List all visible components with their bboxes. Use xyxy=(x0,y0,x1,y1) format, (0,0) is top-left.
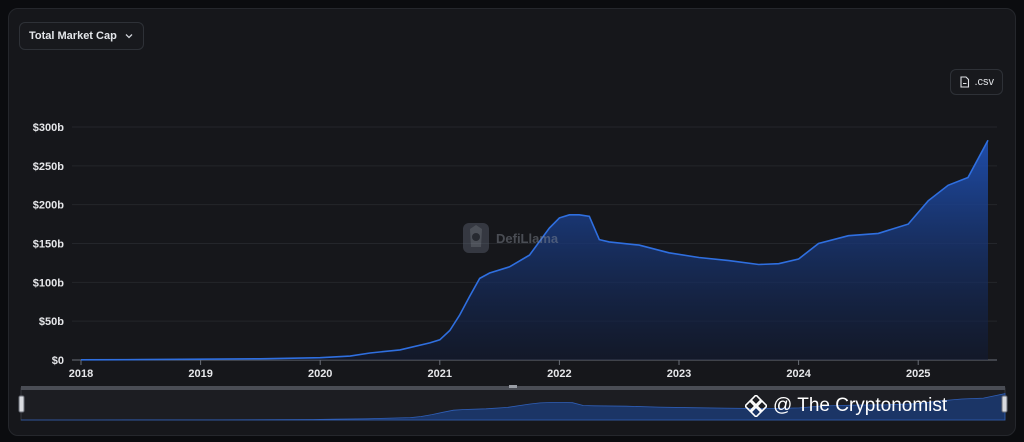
x-axis: 2018 2019 2020 2021 2022 2023 2024 2025 xyxy=(69,359,997,380)
metric-dropdown[interactable]: Total Market Cap xyxy=(19,22,144,50)
y-tick-label: $100b xyxy=(33,277,64,289)
x-tick-label: 2021 xyxy=(428,368,452,380)
watermark-text: DefiLlama xyxy=(496,230,559,246)
y-tick-label: $300b xyxy=(33,122,64,134)
y-tick-label: $150b xyxy=(33,239,64,251)
csv-download-button[interactable]: .csv xyxy=(950,69,1003,95)
y-tick-label: $50b xyxy=(39,316,64,328)
credit-badge: @ The Cryptonomist xyxy=(745,395,947,417)
y-axis: $0 $50b $100b $150b $200b $250b $300b xyxy=(33,122,64,367)
credit-text: @ The Cryptonomist xyxy=(773,395,948,416)
y-tick-label: $200b xyxy=(33,200,64,212)
brush-grip-icon[interactable] xyxy=(509,385,517,388)
chart-panel: $0 $50b $100b $150b $200b $250b $300b 2018 2019… xyxy=(8,8,1016,436)
x-tick-label: 2025 xyxy=(906,368,930,380)
chevron-down-icon xyxy=(125,34,133,39)
defillama-logo-icon xyxy=(463,223,489,253)
file-icon xyxy=(960,76,970,88)
brush-handle-right[interactable] xyxy=(1001,395,1008,413)
x-tick-label: 2022 xyxy=(547,368,571,380)
x-tick-label: 2018 xyxy=(69,368,93,380)
x-tick-label: 2024 xyxy=(786,368,811,380)
brush-handle-left[interactable] xyxy=(18,395,25,413)
defillama-watermark: DefiLlama xyxy=(461,221,558,255)
x-tick-label: 2023 xyxy=(667,368,691,380)
csv-button-label: .csv xyxy=(974,76,994,88)
x-tick-label: 2019 xyxy=(188,368,212,380)
x-tick-label: 2020 xyxy=(308,368,332,380)
metric-dropdown-label: Total Market Cap xyxy=(29,30,117,42)
y-tick-label: $250b xyxy=(33,161,64,173)
y-tick-label: $0 xyxy=(52,355,64,367)
binance-diamond-icon xyxy=(745,395,767,417)
